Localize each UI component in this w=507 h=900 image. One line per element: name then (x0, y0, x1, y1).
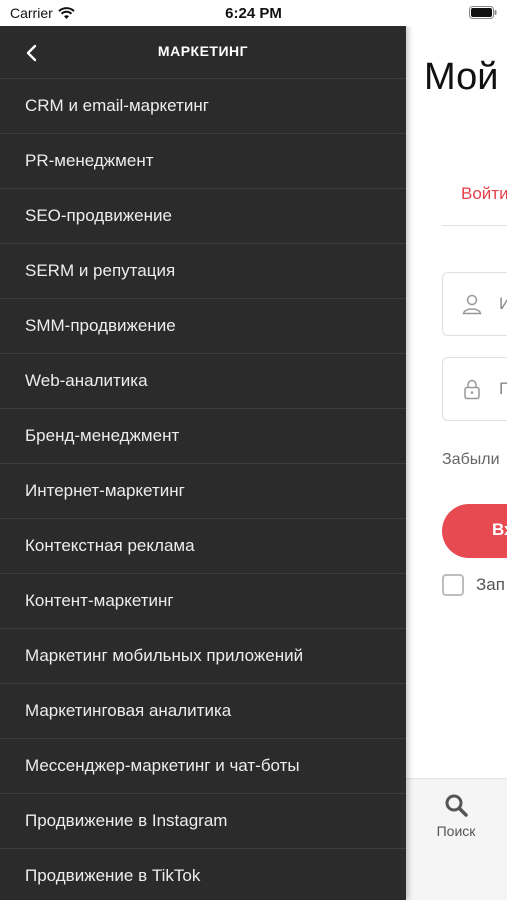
checkbox-box[interactable] (442, 574, 464, 596)
menu-item-label: SEO-продвижение (25, 206, 172, 225)
drawer-title: МАРКЕТИНГ (157, 43, 249, 59)
menu-item-context-ads[interactable]: Контекстная реклама (0, 519, 406, 574)
status-bar: Carrier 6:24 PM (0, 0, 507, 26)
tab-login[interactable]: Войти (461, 184, 507, 204)
menu-item-label: SERM и репутация (25, 261, 176, 280)
menu-item-label: Мессенджер-маркетинг и чат-боты (25, 756, 300, 775)
menu-item-label: Контекстная реклама (25, 536, 195, 555)
remember-me-label: Зап (476, 575, 505, 594)
menu-item-label: Бренд-менеджмент (25, 426, 180, 445)
login-page: Мой Войти И П Забыли Вх Зап Поиск (406, 26, 507, 900)
login-button-label: Вх (492, 520, 507, 539)
menu-item-label: PR-менеджмент (25, 151, 154, 170)
menu-item-label: CRM и email-маркетинг (25, 96, 209, 115)
menu-item-label: Контент-маркетинг (25, 591, 174, 610)
menu-item-smm[interactable]: SMM-продвижение (0, 299, 406, 354)
menu-item-content-marketing[interactable]: Контент-маркетинг (0, 574, 406, 629)
password-field[interactable]: П (442, 357, 507, 421)
menu-item-messenger[interactable]: Мессенджер-маркетинг и чат-боты (0, 739, 406, 794)
menu-item-seo[interactable]: SEO-продвижение (0, 189, 406, 244)
bottom-tab-bar: Поиск (406, 778, 507, 900)
menu-item-marketing-analytics[interactable]: Маркетинговая аналитика (0, 684, 406, 739)
menu-item-mobile-apps[interactable]: Маркетинг мобильных приложений (0, 629, 406, 684)
menu-item-brand[interactable]: Бренд-менеджмент (0, 409, 406, 464)
tab-search[interactable]: Поиск (406, 793, 506, 853)
page-title: Мой (424, 56, 499, 98)
login-field[interactable]: И (442, 272, 507, 336)
password-placeholder: П (499, 379, 507, 398)
menu-item-tiktok[interactable]: Продвижение в TikTok (0, 849, 406, 900)
menu-item-web-analytics[interactable]: Web-аналитика (0, 354, 406, 409)
category-list: CRM и email-маркетинг PR-менеджмент SEO-… (0, 79, 406, 900)
login-placeholder: И (499, 294, 507, 313)
forgot-password-link[interactable]: Забыли (442, 451, 500, 469)
tab-search-label: Поиск (436, 823, 476, 839)
login-button[interactable]: Вх (442, 504, 507, 558)
menu-item-serm[interactable]: SERM и репутация (0, 244, 406, 299)
menu-item-label: Продвижение в TikTok (25, 866, 201, 885)
menu-item-internet-marketing[interactable]: Интернет-маркетинг (0, 464, 406, 519)
user-icon (462, 294, 482, 315)
drawer-header: МАРКЕТИНГ (0, 26, 406, 79)
menu-item-label: Маркетинг мобильных приложений (25, 646, 304, 665)
clock: 6:24 PM (225, 5, 282, 22)
menu-item-label: Интернет-маркетинг (25, 481, 185, 500)
menu-item-instagram[interactable]: Продвижение в Instagram (0, 794, 406, 849)
remember-me-checkbox[interactable]: Зап (442, 574, 505, 596)
menu-item-label: Web-аналитика (25, 371, 148, 390)
tab-divider (442, 225, 507, 226)
menu-item-label: Маркетинговая аналитика (25, 701, 232, 720)
menu-item-label: SMM-продвижение (25, 316, 176, 335)
menu-item-label: Продвижение в Instagram (25, 811, 228, 830)
category-drawer: МАРКЕТИНГ CRM и email-маркетинг PR-менед… (0, 26, 406, 900)
search-icon (445, 794, 468, 817)
menu-item-pr[interactable]: PR-менеджмент (0, 134, 406, 189)
menu-item-crm-email[interactable]: CRM и email-маркетинг (0, 79, 406, 134)
battery-icon (469, 6, 497, 19)
lock-icon (464, 379, 480, 400)
